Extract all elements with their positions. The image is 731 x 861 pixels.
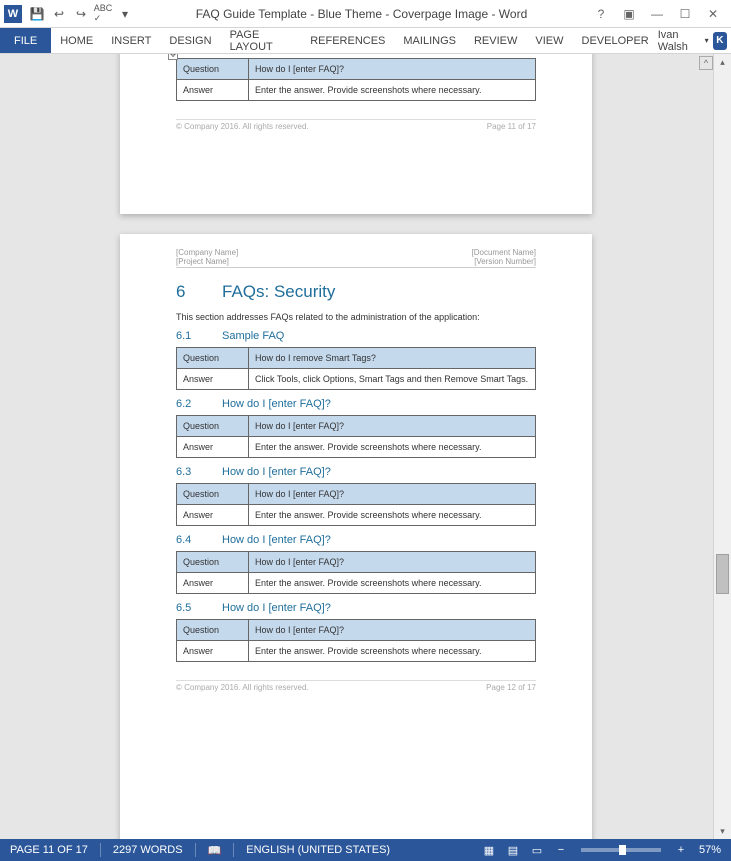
page-footer: © Company 2016. All rights reserved. Pag… [176,680,536,692]
user-name[interactable]: Ivan Walsh [658,29,701,53]
faq-table[interactable]: QuestionHow do I [enter FAQ]? AnswerEnte… [176,619,536,662]
redo-icon[interactable]: ↪ [70,3,92,25]
status-language[interactable]: ENGLISH (UNITED STATES) [242,844,394,856]
faq-table[interactable]: QuestionHow do I [enter FAQ]? AnswerEnte… [176,58,536,101]
document-area: ^ ✥ QuestionHow do I [enter FAQ]? Answer… [0,54,731,839]
footer-copyright: © Company 2016. All rights reserved. [176,683,309,692]
faq-table[interactable]: QuestionHow do I remove Smart Tags? Answ… [176,347,536,390]
user-menu-icon[interactable]: ▾ [705,36,709,45]
heading-number: 6 [176,282,194,302]
collapse-ribbon-icon[interactable]: ^ [699,56,713,70]
read-mode-icon[interactable]: ▦ [479,842,499,858]
footer-page-number: Page 12 of 17 [486,683,536,692]
tab-home[interactable]: HOME [51,28,102,53]
heading-2[interactable]: 6.2How do I [enter FAQ]? [176,398,536,410]
body-paragraph[interactable]: This section addresses FAQs related to t… [176,312,536,322]
heading-1[interactable]: 6 FAQs: Security [176,282,536,302]
vertical-scrollbar[interactable]: ▴ ▾ [713,54,731,839]
header-company: [Company Name] [176,248,238,257]
document-page[interactable]: [Company Name] [Project Name] [Document … [120,234,592,839]
tab-references[interactable]: REFERENCES [301,28,394,53]
close-icon[interactable]: ✕ [699,3,727,25]
status-page[interactable]: PAGE 11 OF 17 [6,844,92,856]
header-version: [Version Number] [472,257,536,266]
status-word-count[interactable]: 2297 WORDS [109,844,187,856]
ribbon-tabs: FILE HOME INSERT DESIGN PAGE LAYOUT REFE… [0,28,731,54]
word-icon: W [4,5,22,23]
zoom-level[interactable]: 57% [695,844,725,856]
faq-table[interactable]: QuestionHow do I [enter FAQ]? AnswerEnte… [176,551,536,594]
maximize-icon[interactable]: ☐ [671,3,699,25]
proofing-icon[interactable]: 📖 [204,844,226,857]
table-move-handle-icon[interactable]: ✥ [168,54,178,60]
scroll-up-icon[interactable]: ▴ [714,54,731,70]
tab-review[interactable]: REVIEW [465,28,526,53]
faq-table[interactable]: QuestionHow do I [enter FAQ]? AnswerEnte… [176,483,536,526]
spellcheck-icon[interactable]: ABC✓ [92,3,114,25]
footer-copyright: © Company 2016. All rights reserved. [176,122,309,131]
page-footer: © Company 2016. All rights reserved. Pag… [176,119,536,131]
zoom-slider-thumb[interactable] [619,845,626,855]
status-bar: PAGE 11 OF 17 2297 WORDS 📖 ENGLISH (UNIT… [0,839,731,861]
tab-developer[interactable]: DEVELOPER [573,28,658,53]
help-icon[interactable]: ? [587,3,615,25]
header-document: [Document Name] [472,248,536,257]
page-header: [Company Name] [Project Name] [Document … [176,248,536,268]
table-cell[interactable]: How do I [enter FAQ]? [249,59,536,80]
heading-2[interactable]: 6.4How do I [enter FAQ]? [176,534,536,546]
tab-view[interactable]: VIEW [526,28,572,53]
tab-page-layout[interactable]: PAGE LAYOUT [221,28,302,53]
heading-2[interactable]: 6.1Sample FAQ [176,330,536,342]
heading-2[interactable]: 6.5How do I [enter FAQ]? [176,602,536,614]
tab-insert[interactable]: INSERT [102,28,160,53]
table-cell[interactable]: Answer [177,80,249,101]
table-cell[interactable]: Enter the answer. Provide screenshots wh… [249,80,536,101]
zoom-slider[interactable] [581,848,661,852]
zoom-out-icon[interactable]: − [551,842,571,858]
table-cell[interactable]: Question [177,59,249,80]
document-page[interactable]: ✥ QuestionHow do I [enter FAQ]? AnswerEn… [120,54,592,214]
print-layout-icon[interactable]: ▤ [503,842,523,858]
window-title: FAQ Guide Template - Blue Theme - Coverp… [136,7,587,21]
save-icon[interactable]: 💾 [26,3,48,25]
footer-page-number: Page 11 of 17 [487,122,536,131]
heading-2[interactable]: 6.3How do I [enter FAQ]? [176,466,536,478]
tab-file[interactable]: FILE [0,28,51,53]
minimize-icon[interactable]: — [643,3,671,25]
ribbon-display-icon[interactable]: ▣ [615,3,643,25]
qat-customize-icon[interactable]: ▾ [114,3,136,25]
web-layout-icon[interactable]: ▭ [527,842,547,858]
heading-text: FAQs: Security [222,282,335,302]
user-avatar[interactable]: K [713,32,727,50]
undo-icon[interactable]: ↩ [48,3,70,25]
title-bar: W 💾 ↩ ↪ ABC✓ ▾ FAQ Guide Template - Blue… [0,0,731,28]
tab-design[interactable]: DESIGN [160,28,220,53]
header-project: [Project Name] [176,257,238,266]
faq-table[interactable]: QuestionHow do I [enter FAQ]? AnswerEnte… [176,415,536,458]
zoom-in-icon[interactable]: + [671,842,691,858]
scroll-down-icon[interactable]: ▾ [714,823,731,839]
scroll-thumb[interactable] [716,554,729,594]
tab-mailings[interactable]: MAILINGS [394,28,465,53]
